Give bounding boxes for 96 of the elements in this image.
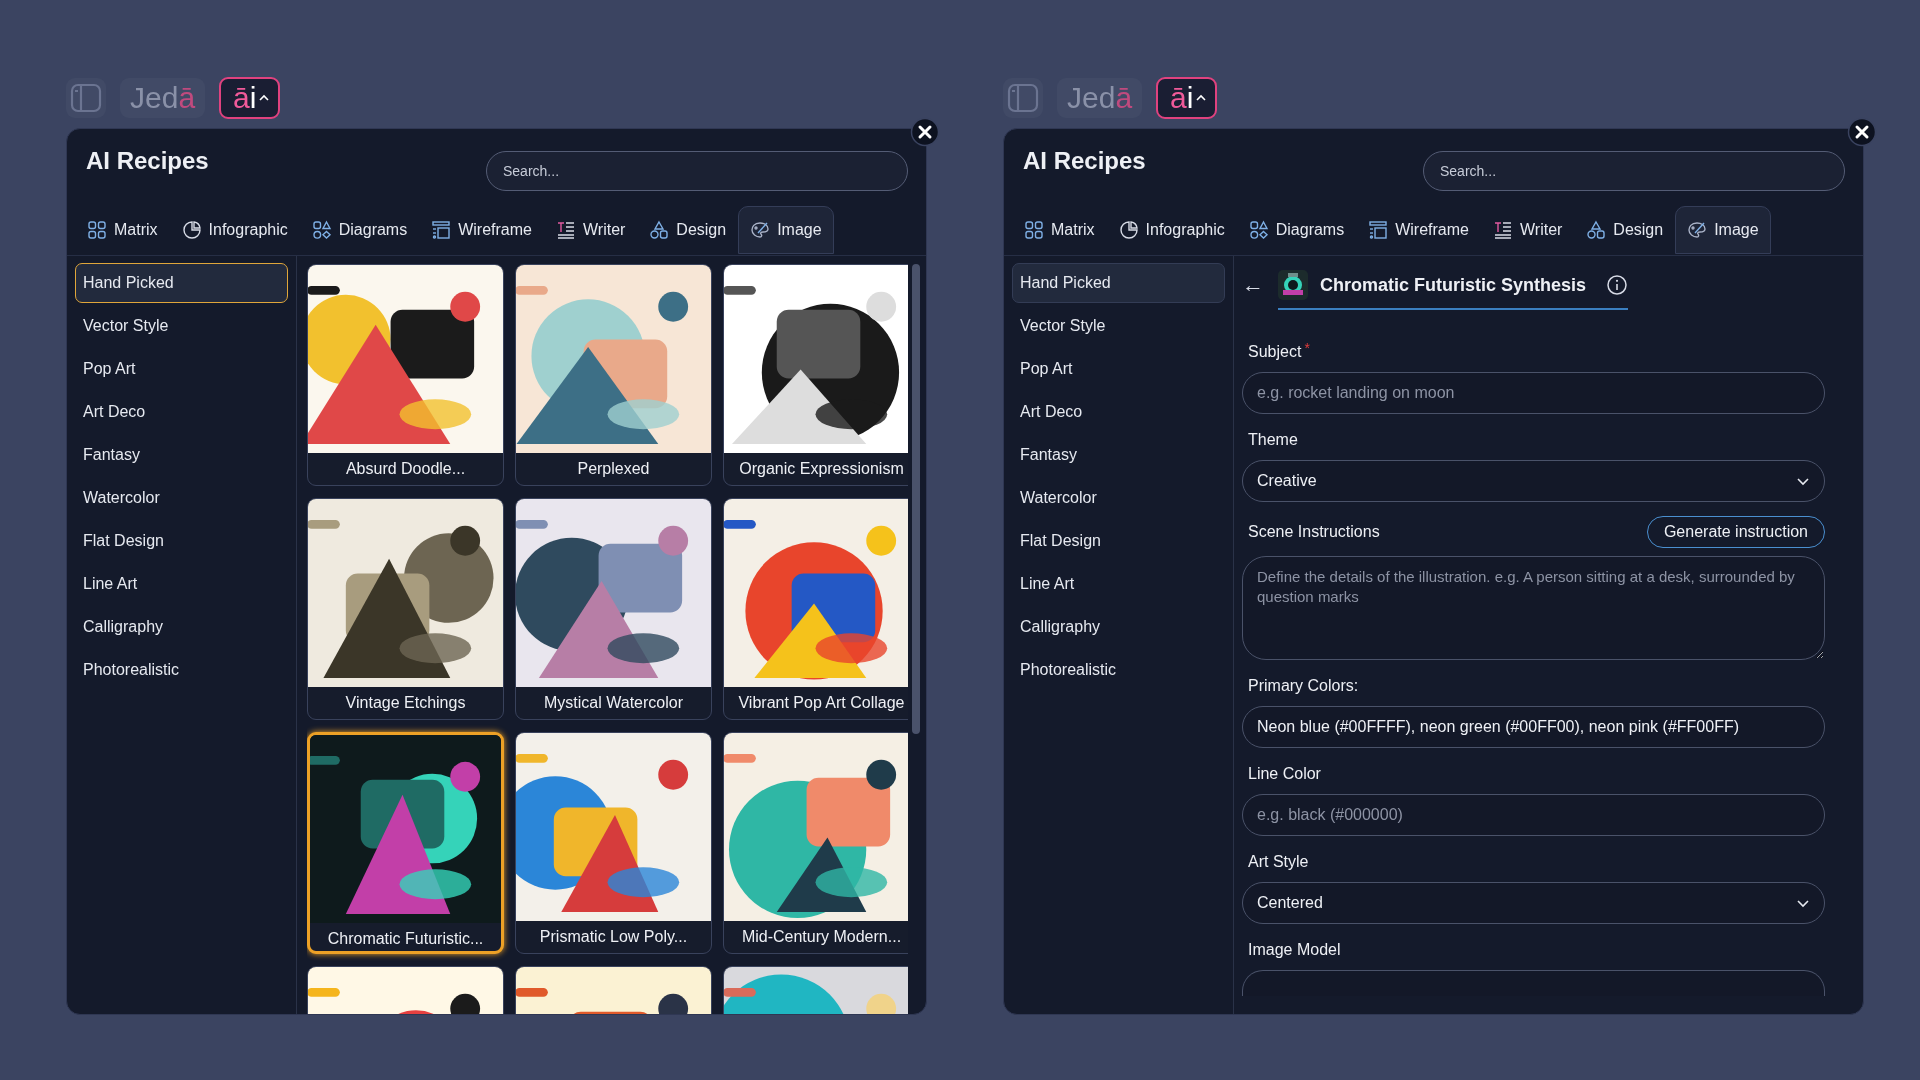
category-item[interactable]: Pop Art (75, 349, 288, 389)
card-label: Absurd Doodle... (344, 459, 467, 479)
grid-icon (1024, 220, 1044, 240)
recipe-card[interactable]: Absurd Doodle... (307, 264, 504, 486)
recipe-title: Chromatic Futuristic Synthesis (1320, 274, 1587, 296)
card-label: Mystical Watercolor (543, 693, 684, 713)
recipe-card[interactable]: Perplexed (515, 264, 712, 486)
card-label: Organic Expressionism (738, 459, 905, 479)
category-item[interactable]: Fantasy (75, 435, 288, 475)
category-item[interactable]: Calligraphy (1012, 607, 1225, 647)
dropdown[interactable] (1242, 970, 1825, 996)
field-label: Primary Colors: (1248, 677, 1359, 695)
palette-icon (750, 220, 771, 240)
scrollbar-thumb[interactable] (912, 264, 920, 734)
pie-chart-icon (181, 220, 202, 240)
text-icon (1493, 220, 1513, 240)
tab[interactable]: Design (637, 206, 739, 254)
search-field[interactable]: Search... (486, 151, 908, 191)
palette-icon (1687, 220, 1708, 240)
shapes-icon (649, 220, 670, 240)
tab[interactable]: Matrix (1012, 206, 1107, 254)
recipe-card[interactable]: Vintage Etchings (307, 498, 504, 720)
category-item[interactable]: Photorealistic (1012, 650, 1225, 690)
tab[interactable]: Image (1675, 206, 1771, 254)
recipe-card[interactable]: Mid-Century Modern... (723, 732, 908, 954)
text-field[interactable]: e.g. rocket landing on moon (1242, 372, 1825, 414)
category-item[interactable]: Hand Picked (1012, 263, 1225, 303)
category-item[interactable]: Hand Picked (75, 263, 288, 303)
text-field[interactable]: e.g. black (#000000) (1242, 794, 1825, 836)
field-label: Theme (1248, 431, 1298, 449)
category-item[interactable]: Pop Art (1012, 349, 1225, 389)
category-item[interactable]: Vector Style (75, 306, 288, 346)
category-item[interactable]: Art Deco (1012, 392, 1225, 432)
text-icon (556, 220, 576, 240)
close-icon[interactable] (910, 117, 940, 147)
field-label: Subject (1248, 343, 1302, 361)
layout-icon (1368, 220, 1389, 240)
dropdown[interactable]: Centered (1242, 882, 1825, 924)
tab[interactable]: Matrix (75, 206, 170, 254)
category-item[interactable]: Fantasy (1012, 435, 1225, 475)
category-item[interactable]: Watercolor (75, 478, 288, 518)
tab[interactable]: Image (738, 206, 834, 254)
recipe-card[interactable]: Vibrant Pop Art Collage (723, 498, 908, 720)
recipe-card[interactable]: Organic Expressionism (723, 264, 908, 486)
shapes-icon (1248, 220, 1269, 240)
card-label: Mid-Century Modern... (740, 927, 903, 947)
field-label: Art Style (1248, 853, 1309, 871)
grid-icon (87, 220, 107, 240)
card-label: Vibrant Pop Art Collage (737, 693, 906, 713)
back-button[interactable]: ← (1242, 270, 1264, 300)
dropdown[interactable]: Creative (1242, 460, 1825, 502)
panel-title: AI Recipes (86, 147, 209, 175)
category-item[interactable]: Line Art (75, 564, 288, 604)
layout-icon (431, 220, 452, 240)
field-label: Line Color (1248, 765, 1321, 783)
sidebar-toggle-icon[interactable] (1003, 78, 1043, 118)
category-item[interactable]: Line Art (1012, 564, 1225, 604)
tab[interactable]: Design (1574, 206, 1676, 254)
tab[interactable]: Diagrams (299, 206, 420, 254)
search-field[interactable]: Search... (1423, 151, 1845, 191)
card-label: Perplexed (576, 459, 651, 479)
shapes-icon (311, 220, 332, 240)
ai-button[interactable]: āi (219, 77, 281, 119)
category-item[interactable]: Flat Design (75, 521, 288, 561)
field-label: Scene Instructions (1248, 523, 1380, 541)
tab[interactable]: Writer (544, 206, 638, 254)
card-label: Chromatic Futuristic... (326, 929, 485, 949)
tab[interactable]: Wireframe (1356, 206, 1481, 254)
category-item[interactable]: Art Deco (75, 392, 288, 432)
pie-chart-icon (1118, 220, 1139, 240)
field-label: Image Model (1248, 941, 1341, 959)
tab[interactable]: Wireframe (419, 206, 544, 254)
recipe-card[interactable]: Chromatic Futuristic... (307, 732, 504, 954)
sidebar-toggle-icon[interactable] (66, 78, 106, 118)
category-item[interactable]: Vector Style (1012, 306, 1225, 346)
recipe-card[interactable]: Prismatic Low Poly... (515, 732, 712, 954)
category-item[interactable]: Photorealistic (75, 650, 288, 690)
category-item[interactable]: Flat Design (1012, 521, 1225, 561)
shapes-icon (1586, 220, 1607, 240)
category-item[interactable]: Calligraphy (75, 607, 288, 647)
tab[interactable]: Diagrams (1236, 206, 1357, 254)
card-label: Prismatic Low Poly... (538, 927, 689, 947)
generate-button[interactable]: Generate instruction (1646, 516, 1825, 548)
panel-title: AI Recipes (1023, 147, 1146, 175)
tab[interactable]: Infographic (1106, 206, 1237, 254)
card-label: Vintage Etchings (344, 693, 467, 713)
text-field[interactable]: Neon blue (#00FFFF), neon green (#00FF00), neon pink (#FF00FF) (1242, 706, 1825, 748)
tab[interactable]: Infographic (169, 206, 300, 254)
text-area[interactable]: Define the details of the illustration. e.g. A person sitting at a desk, surrounded by question marks (1242, 556, 1825, 660)
tab[interactable]: Writer (1481, 206, 1575, 254)
category-item[interactable]: Watercolor (1012, 478, 1225, 518)
ai-button[interactable]: āi (1156, 77, 1218, 119)
required-mark: * (1304, 340, 1310, 356)
info-icon[interactable] (1606, 274, 1629, 296)
close-icon[interactable] (1847, 117, 1877, 147)
recipe-card[interactable]: Mystical Watercolor (515, 498, 712, 720)
